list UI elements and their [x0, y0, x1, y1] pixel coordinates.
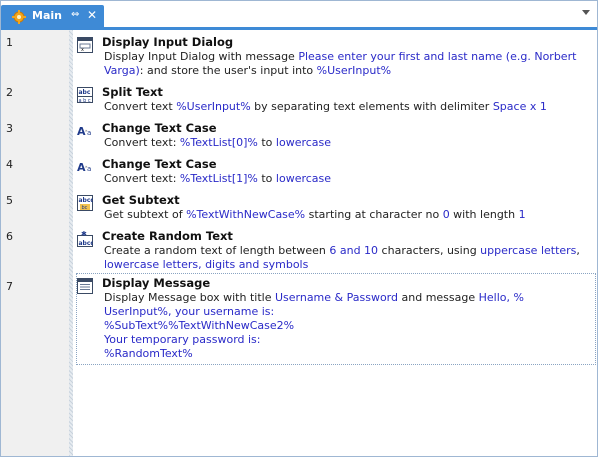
desc-variable: %RandomText%: [104, 347, 193, 360]
desc-variable: 0: [442, 208, 450, 221]
action-row-display-message[interactable]: Display Message Display Message box with…: [76, 273, 596, 365]
desc-text: to: [257, 136, 276, 149]
desc-text: Convert text:: [104, 172, 180, 185]
svg-text:✱: ✱: [81, 231, 87, 238]
desc-variable: 1: [518, 208, 526, 221]
line-number: 7: [6, 280, 13, 293]
svg-text:a b c: a b c: [79, 98, 91, 103]
desc-variable: lowercase: [275, 136, 332, 149]
change-case-icon: A » a: [77, 125, 91, 138]
desc-text: with length: [449, 208, 519, 221]
action-title: Display Input Dialog: [102, 35, 234, 49]
main-window: Main ⇔ ✕ 1 2 3 4 5 6 7 x Display Input D…: [0, 0, 598, 457]
line-number: 1: [6, 36, 13, 49]
action-description: Convert text: %TextList[1]% to lowercase: [104, 172, 596, 186]
action-title: Change Text Case: [102, 121, 217, 135]
action-title: Split Text: [102, 85, 163, 99]
desc-text: starting at character no: [305, 208, 443, 221]
desc-text: to: [257, 172, 276, 185]
message-box-icon: [77, 278, 93, 294]
desc-text: Display Message box with title: [104, 291, 275, 304]
desc-text: Convert text: [104, 100, 177, 113]
desc-text: characters, using: [378, 244, 481, 257]
action-title: Change Text Case: [102, 157, 217, 171]
desc-variable: Your temporary password is:: [104, 333, 261, 346]
svg-text:abcd: abcd: [79, 197, 94, 204]
desc-variable: lowercase letters, digits and symbols: [104, 258, 309, 271]
desc-variable: %TextList[0]%: [179, 136, 258, 149]
action-description: Create a random text of length between 6…: [104, 244, 596, 272]
desc-variable: %SubText%%TextWithNewCase2%: [104, 319, 295, 332]
tab-label: Main: [32, 9, 62, 22]
action-description: Display Message box with title Username …: [104, 291, 596, 361]
line-number: 5: [6, 194, 13, 207]
split-text-icon: abc a b c: [77, 87, 93, 103]
line-number: 6: [6, 230, 13, 243]
desc-text: ,: [576, 244, 580, 257]
svg-text:abcd: abcd: [79, 240, 94, 247]
action-row-change-text-case[interactable]: A » a Change Text Case Convert text: %Te…: [77, 155, 595, 189]
desc-variable: lowercase: [275, 172, 332, 185]
desc-text: and message: [398, 291, 479, 304]
action-title: Display Message: [102, 276, 211, 290]
desc-variable: Space x 1: [492, 100, 547, 113]
line-number: 2: [6, 86, 13, 99]
change-case-icon: A » a: [77, 161, 91, 174]
svg-text:a: a: [87, 165, 91, 173]
desc-variable: Varga): [104, 64, 140, 77]
action-row-create-random-text[interactable]: abcd ✱ Create Random Text Create a rando…: [77, 227, 595, 275]
action-description: Get subtext of %TextWithNewCase% startin…: [104, 208, 596, 222]
pin-icon[interactable]: ⇔: [71, 9, 79, 20]
gear-icon: [12, 10, 26, 24]
desc-variable: Username & Password: [274, 291, 398, 304]
action-row-get-subtext[interactable]: abcd bc Get Subtext Get subtext of %Text…: [77, 191, 595, 225]
action-title: Create Random Text: [102, 229, 233, 243]
line-number: 4: [6, 158, 13, 171]
tab-list-dropdown-icon[interactable]: [582, 10, 590, 15]
close-icon[interactable]: ✕: [87, 8, 97, 22]
action-title: Get Subtext: [102, 193, 180, 207]
get-subtext-icon: abcd bc: [77, 195, 93, 211]
action-row-display-input-dialog[interactable]: x Display Input Dialog Display Input Dia…: [77, 33, 595, 81]
action-description: Display Input Dialog with message Please…: [104, 50, 596, 78]
desc-variable: %UserInput%: [316, 64, 392, 77]
input-dialog-icon: x: [77, 37, 93, 53]
random-text-icon: abcd ✱: [77, 231, 93, 247]
desc-variable: uppercase letters: [480, 244, 577, 257]
desc-text: Get subtext of: [104, 208, 187, 221]
tab-main[interactable]: Main ⇔ ✕: [1, 5, 104, 28]
desc-variable: %TextList[1]%: [179, 172, 258, 185]
tab-bar: Main ⇔ ✕: [1, 1, 597, 29]
desc-text: Display Input Dialog with message: [104, 50, 299, 63]
action-list: 1 2 3 4 5 6 7 x Display Input Dialog Dis…: [1, 30, 597, 456]
desc-variable: %TextWithNewCase%: [186, 208, 306, 221]
action-row-change-text-case[interactable]: A » a Change Text Case Convert text: %Te…: [77, 119, 595, 153]
desc-variable: 6 and 10: [329, 244, 379, 257]
action-description: Convert text %UserInput% by separating t…: [104, 100, 596, 114]
desc-text: by separating text elements with delimit…: [250, 100, 493, 113]
desc-text: Create a random text of length between: [104, 244, 330, 257]
desc-variable: Please enter your first and last name (e…: [298, 50, 577, 63]
svg-text:bc: bc: [82, 205, 88, 211]
desc-variable: Hello, %: [478, 291, 524, 304]
desc-variable: UserInput%, your username is:: [104, 305, 275, 318]
line-number: 3: [6, 122, 13, 135]
action-row-split-text[interactable]: abc a b c Split Text Convert text %UserI…: [77, 83, 595, 117]
svg-text:abc: abc: [79, 89, 91, 96]
desc-variable: %UserInput%: [176, 100, 251, 113]
svg-text:x: x: [81, 47, 84, 53]
svg-text:a: a: [87, 129, 91, 137]
desc-text: : and store the user's input into: [139, 64, 317, 77]
gutter-strip: [69, 30, 73, 456]
action-description: Convert text: %TextList[0]% to lowercase: [104, 136, 596, 150]
desc-text: Convert text:: [104, 136, 180, 149]
